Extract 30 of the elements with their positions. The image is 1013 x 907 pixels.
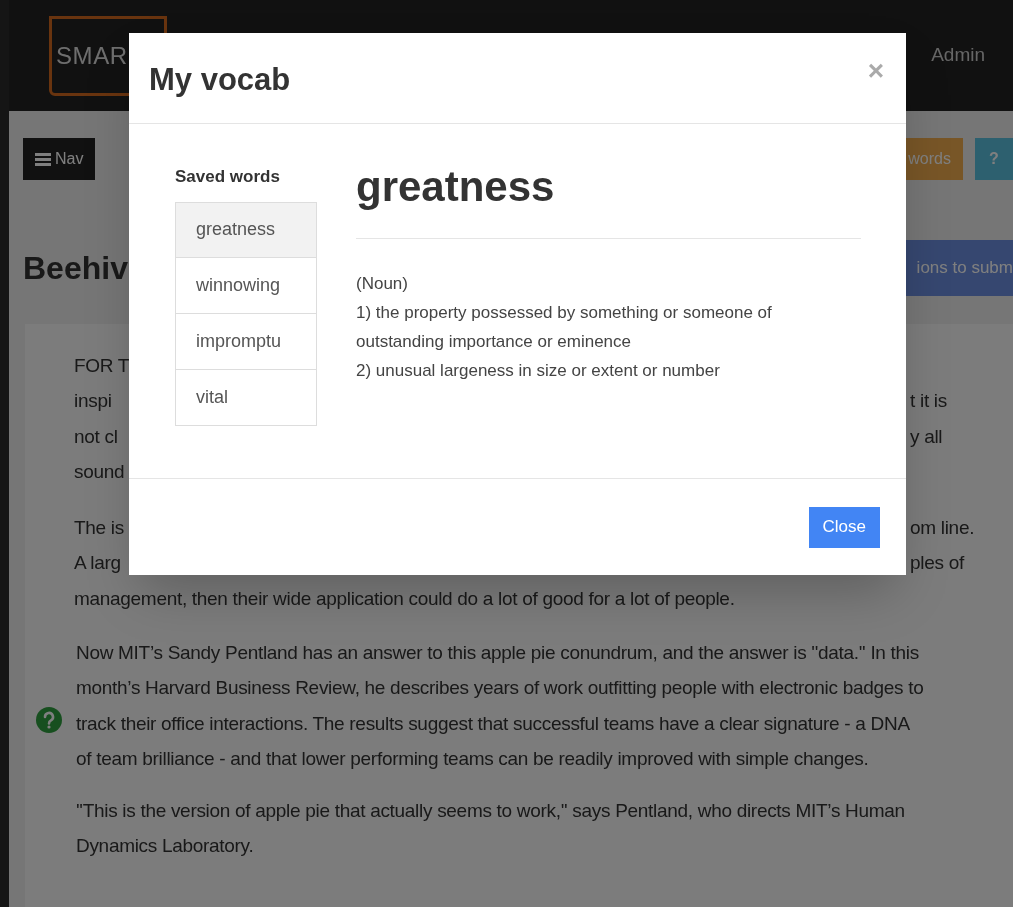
user-menu[interactable]: Admin <box>931 41 985 70</box>
saved-words-label: Saved words <box>175 166 281 188</box>
saved-word-item[interactable]: impromptu <box>175 313 317 370</box>
help-icon[interactable] <box>36 706 62 733</box>
submit-button[interactable]: ions to subm <box>906 240 1013 296</box>
article-text: inspi <box>74 389 112 413</box>
logo-text: SMAR <box>56 40 128 71</box>
article-text: not cl <box>74 424 118 449</box>
article-text: y all <box>910 424 944 449</box>
article-text: t it is <box>910 389 948 413</box>
article-paragraph: ''This is the version of apple pie that actually seems to work,'' says Pentland, who directs MIT’s Human Dynamics Laboratory. <box>76 798 906 858</box>
saved-word-item[interactable]: greatness <box>175 201 317 258</box>
definition-word: greatness <box>356 164 861 239</box>
part-of-speech: (Noun) <box>356 273 409 295</box>
nav-button[interactable]: Nav <box>23 138 96 180</box>
menu-icon <box>35 152 51 166</box>
saved-word-item[interactable]: vital <box>175 369 317 426</box>
close-button[interactable]: Close <box>808 506 880 548</box>
article-text: A larg <box>74 551 121 575</box>
article-text: FOR T <box>74 353 130 378</box>
article-text: sound <box>74 460 125 484</box>
article-paragraph: Now MIT’s Sandy Pentland has an answer to this apple pie conundrum, and the answer is ''data.'' In this month’s Harvard Business Review, he describes years of work outfitting people with electronic badges to track their office interactions. The results suggest that successful teams have a clear signature - a DNA of team brilliance - and that lower performing teams can be readily improved with simple changes. <box>76 640 924 771</box>
definition-sense: 1) the property possessed by something or someone of outstanding importance or eminence <box>356 302 773 353</box>
article-text: ples of <box>910 551 966 575</box>
definition-sense: 2) unusual largeness in size or extent or number <box>356 360 721 382</box>
page-title: Beehiv <box>23 249 128 288</box>
saved-word-item[interactable]: winnowing <box>175 257 317 314</box>
article-text: om line. <box>910 515 976 540</box>
article-text: management, then their wide application could do a lot of good for a lot of people. <box>74 586 735 611</box>
article-text: The is <box>74 515 124 540</box>
